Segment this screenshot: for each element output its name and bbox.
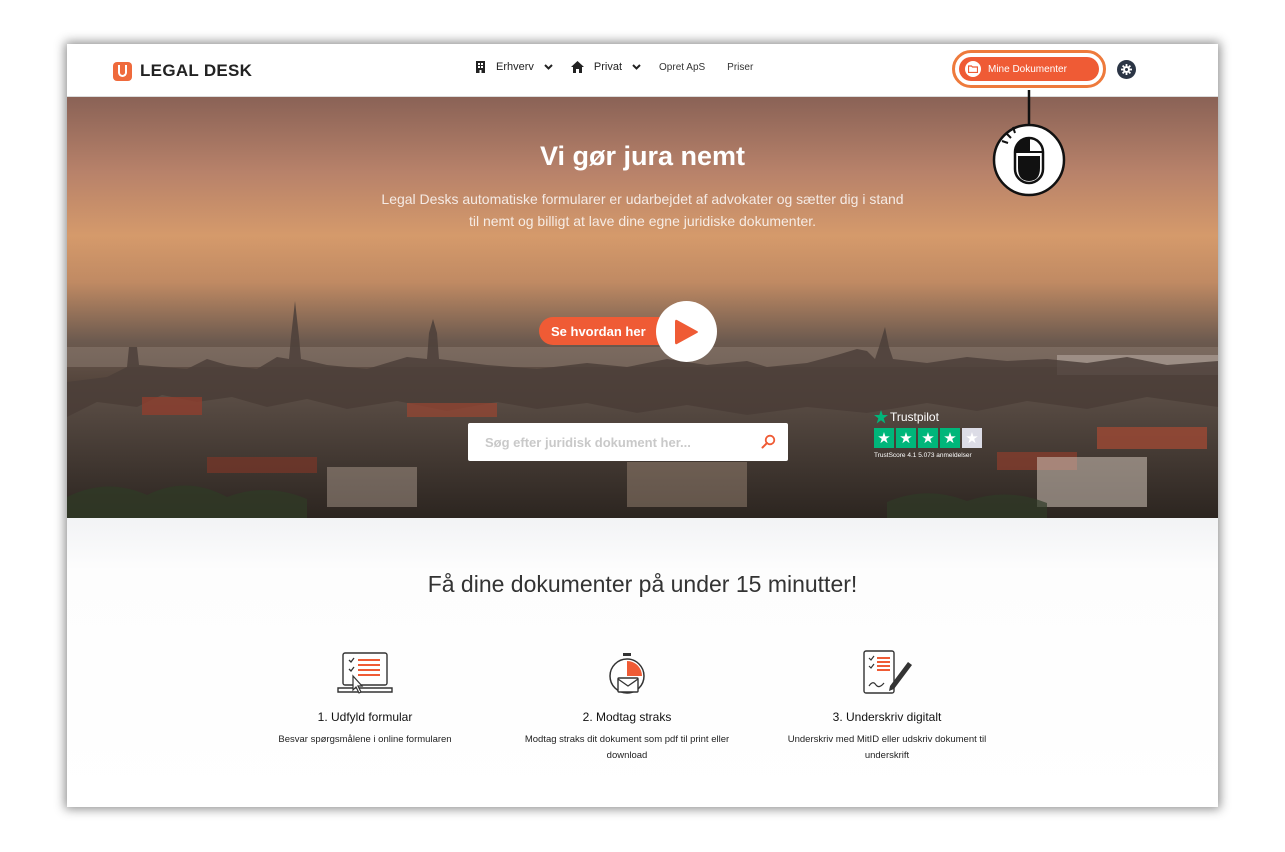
mine-dokumenter-label: Mine Dokumenter <box>988 63 1067 75</box>
trustpilot-stars: ★ ★ ★ ★ ★ <box>874 428 1004 448</box>
folder-icon <box>965 61 981 77</box>
steps-section: Få dine dokumenter på under 15 minutter!… <box>67 518 1218 807</box>
rating-star-empty-icon: ★ <box>962 428 982 448</box>
hero-subtitle: Legal Desks automatiske formularer er ud… <box>381 191 904 229</box>
watch-video-label: Se hvordan her <box>551 323 646 339</box>
search-bar <box>468 423 788 461</box>
legal-desk-logo-icon <box>113 61 132 81</box>
building-icon <box>475 61 486 73</box>
hero-title: Vi gør jura nemt <box>539 141 746 171</box>
chevron-down-icon <box>632 64 641 70</box>
rating-star-icon: ★ <box>918 428 938 448</box>
home-icon <box>570 61 584 73</box>
trustpilot-widget[interactable]: Trustpilot ★ ★ ★ ★ ★ TrustScore 4.1 5.07… <box>874 410 1004 459</box>
form-checklist-icon <box>255 648 475 696</box>
trustpilot-brand: Trustpilot <box>890 410 939 424</box>
step-card-3: 3. Underskriv digitalt Underskriv med Mi… <box>777 648 997 764</box>
top-navbar: LEGAL DESK Erhverv Privat Opret ApS Pris… <box>67 44 1218 97</box>
chevron-down-icon <box>544 64 553 70</box>
step-card-1: 1. Udfyld formular Besvar spørgsmålene i… <box>255 648 475 748</box>
step-card-2: 2. Modtag straks Modtag straks dit dokum… <box>517 648 737 764</box>
section-tagline: Få dine dokumenter på under 15 minutter! <box>427 571 858 597</box>
watch-video-button[interactable]: Se hvordan her <box>539 317 674 345</box>
nav-privat-label: Privat <box>593 61 623 73</box>
sign-document-icon <box>777 648 997 696</box>
brand-name: LEGAL DESK <box>140 61 253 80</box>
trustscore-text: TrustScore 4.1 5.073 anmeldelser <box>874 452 972 459</box>
rating-star-icon: ★ <box>896 428 916 448</box>
nav-opret-aps[interactable]: Opret ApS <box>659 62 705 73</box>
step-description: Underskriv med MitID eller udskriv dokum… <box>787 734 987 761</box>
rating-star-icon: ★ <box>874 428 894 448</box>
step-description: Besvar spørgsmålene i online formularen <box>278 734 452 745</box>
play-video-button[interactable] <box>656 301 717 362</box>
search-input[interactable] <box>483 433 757 451</box>
nav-priser[interactable]: Priser <box>727 62 753 73</box>
nav-erhverv-label: Erhverv <box>496 61 534 73</box>
trustpilot-star-icon <box>874 410 888 424</box>
step-title: 1. Udfyld formular <box>317 710 413 724</box>
hero-banner: Vi gør jura nemt Legal Desks automatiske… <box>67 97 1218 518</box>
nav-privat[interactable]: Privat <box>570 61 641 73</box>
main-nav: Erhverv Privat Opret ApS Priser <box>475 61 775 73</box>
nav-erhverv[interactable]: Erhverv <box>475 61 553 73</box>
settings-button[interactable] <box>1117 60 1136 79</box>
play-icon <box>674 319 699 345</box>
search-icon[interactable] <box>761 434 776 454</box>
step-title: 3. Underskriv digitalt <box>832 710 942 724</box>
step-description: Modtag straks dit dokument som pdf til p… <box>524 734 730 761</box>
browser-page: LEGAL DESK Erhverv Privat Opret ApS Pris… <box>67 44 1218 807</box>
brand-logo[interactable]: LEGAL DESK <box>113 60 252 82</box>
stopwatch-mail-icon <box>517 648 737 696</box>
trustpilot-logo: Trustpilot <box>874 410 1004 424</box>
step-title: 2. Modtag straks <box>582 710 672 724</box>
rating-star-icon: ★ <box>940 428 960 448</box>
mine-dokumenter-button[interactable]: Mine Dokumenter <box>959 57 1099 81</box>
gear-icon <box>1121 64 1132 75</box>
